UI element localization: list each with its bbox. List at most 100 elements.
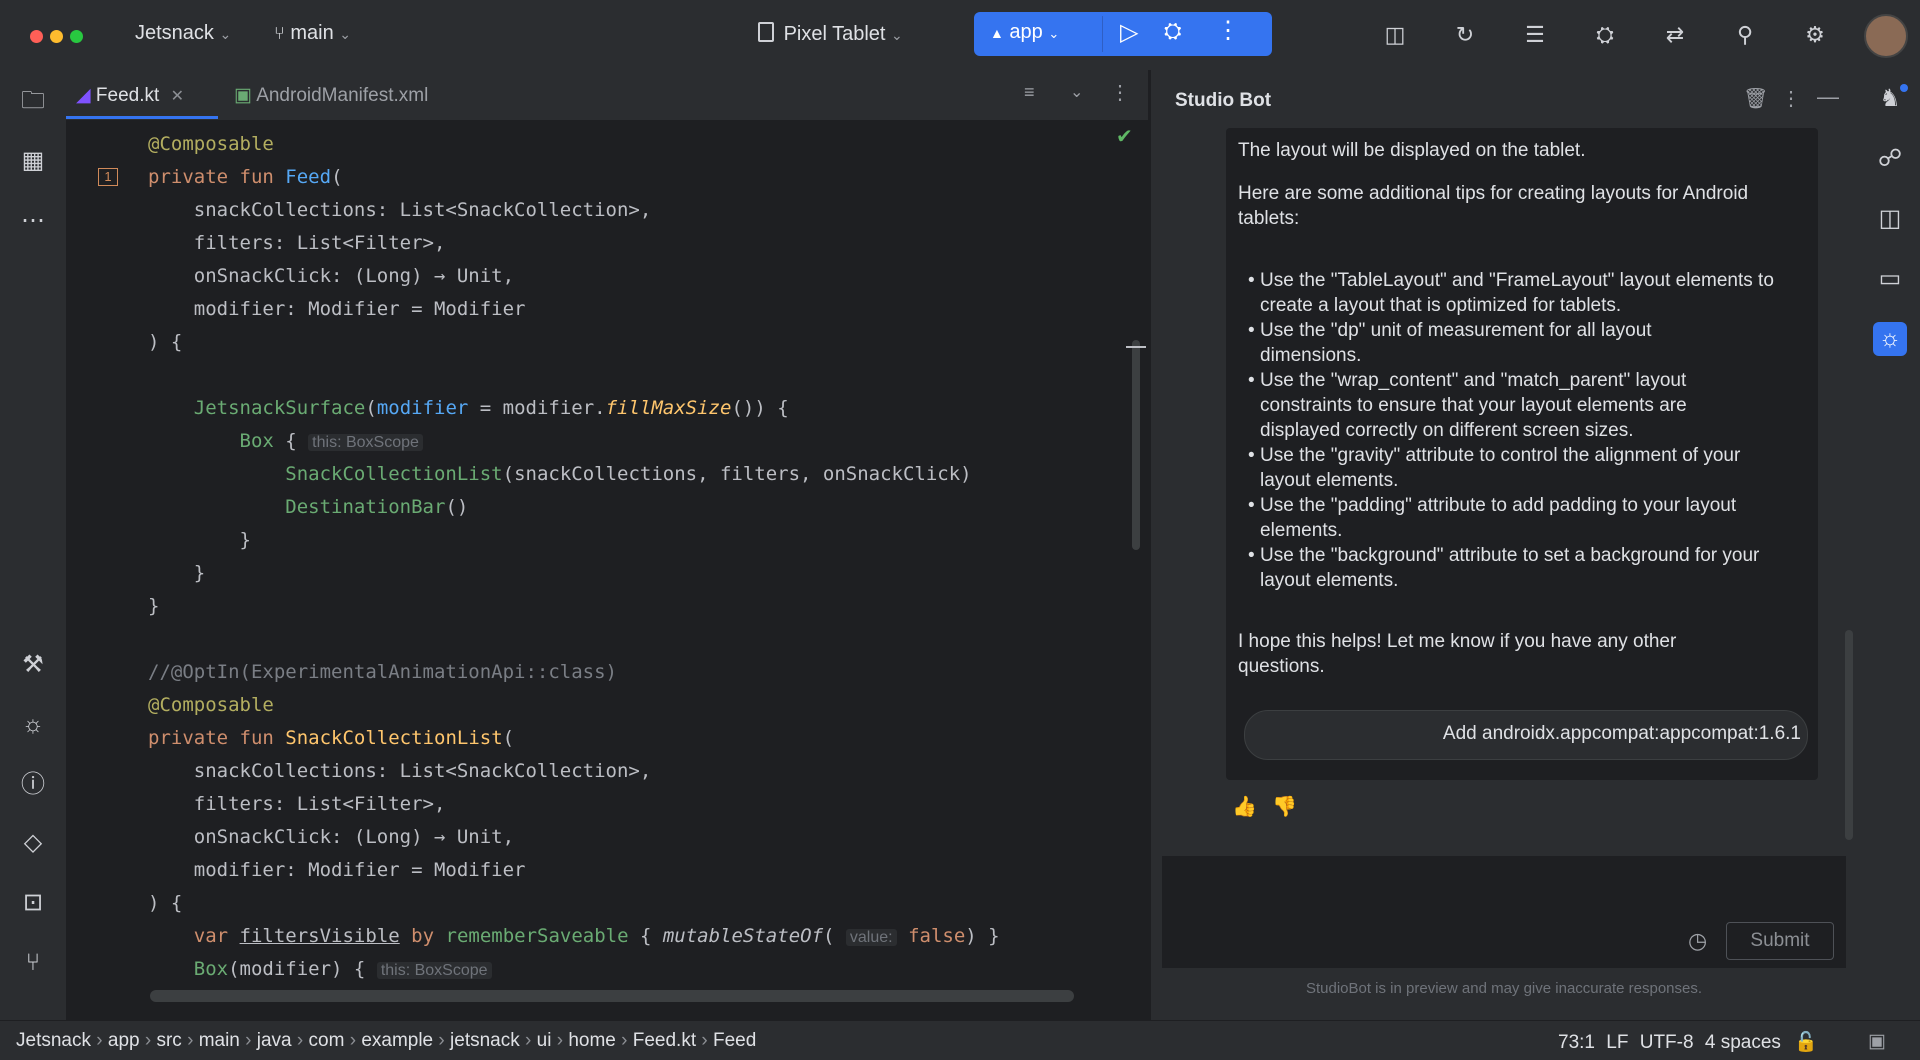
problems-button[interactable]: ⓘ [16, 768, 50, 802]
resource-manager-button[interactable]: ▦ [16, 144, 50, 178]
tab-feed-kt[interactable]: ◢ Feed.kt ✕ [76, 84, 184, 107]
code-line[interactable]: snackCollections: List<SnackCollection>, [148, 755, 652, 788]
search-button[interactable]: ⚲ [1730, 20, 1760, 50]
code-line[interactable]: modifier: Modifier = Modifier [148, 854, 526, 887]
editor-vertical-scrollbar[interactable] [1132, 340, 1140, 550]
debug-button[interactable]: ⛭ [1164, 18, 1182, 44]
breadcrumb-item[interactable]: java [257, 1030, 292, 1051]
maximize-window-button[interactable] [70, 30, 83, 43]
breadcrumb-item[interactable]: com [309, 1030, 345, 1051]
device-manager-button[interactable]: ◫ [1380, 20, 1410, 50]
thumbs-down-button[interactable]: 👎 [1272, 794, 1297, 819]
branch-selector[interactable]: ⑂ main ⌄ [274, 22, 351, 45]
gutter-marker-icon[interactable]: 1 [98, 168, 118, 186]
code-line[interactable]: modifier: Modifier = Modifier [148, 293, 526, 326]
running-devices-button[interactable]: ▭ [1873, 262, 1907, 296]
breadcrumb-item[interactable]: app [108, 1030, 140, 1051]
code-line[interactable]: JetsnackSurface(modifier = modifier.fill… [148, 392, 789, 425]
code-line[interactable]: } [148, 590, 159, 623]
editor-horizontal-scrollbar[interactable] [150, 990, 1074, 1002]
file-encoding[interactable]: UTF-8 [1640, 1032, 1694, 1053]
code-line[interactable]: Box { this: BoxScope [148, 425, 423, 459]
project-name: Jetsnack [135, 22, 214, 44]
app-quality-button[interactable]: ◇ [16, 826, 50, 860]
breadcrumb-item[interactable]: ui [537, 1030, 552, 1051]
chevron-right-icon: › [615, 1030, 633, 1051]
tip-item: • Use the "wrap_content" and "match_paren… [1248, 368, 1804, 443]
breadcrumb-item[interactable]: main [199, 1030, 240, 1051]
code-line[interactable]: snackCollections: List<SnackCollection>, [148, 194, 652, 227]
hide-panel-button[interactable]: — [1817, 84, 1839, 110]
code-line[interactable]: private fun Feed( [148, 161, 343, 194]
breadcrumb-item[interactable]: example [361, 1030, 433, 1051]
thumbs-up-button[interactable]: 👍 [1232, 794, 1257, 819]
close-window-button[interactable] [30, 30, 43, 43]
more-tools-button[interactable]: ⋯ [16, 204, 50, 238]
history-button[interactable]: ◷ [1688, 928, 1707, 954]
indent-setting[interactable]: 4 spaces [1705, 1032, 1781, 1053]
code-line[interactable]: } [148, 524, 251, 557]
chat-scrollbar[interactable] [1845, 630, 1853, 840]
code-line[interactable]: @Composable [148, 128, 274, 161]
terminal-button[interactable]: ⊡ [16, 886, 50, 920]
device-selector[interactable]: Pixel Tablet ⌄ [758, 22, 903, 46]
cursor-position[interactable]: 73:1 [1558, 1032, 1595, 1053]
project-view-button[interactable]: 🗀 [16, 84, 50, 118]
minimize-icon: — [1817, 84, 1839, 109]
tabs-dropdown-button[interactable]: ⌄ [1070, 82, 1083, 102]
translate-button[interactable]: ↻ [1450, 20, 1480, 50]
avatar[interactable] [1864, 14, 1908, 58]
run-button[interactable]: ▷ [1120, 18, 1138, 47]
breadcrumb-item[interactable]: src [156, 1030, 181, 1051]
more-vertical-icon: ⋮ [1216, 17, 1240, 44]
code-line[interactable]: var filtersVisible by rememberSaveable {… [148, 920, 1000, 954]
studio-bot-button[interactable]: ☼ [1873, 322, 1907, 356]
code-line[interactable]: } [148, 557, 205, 590]
settings-button[interactable]: ⚙ [1800, 20, 1830, 50]
breadcrumb-item[interactable]: Feed [713, 1030, 756, 1051]
folder-icon: 🗀 [21, 87, 45, 114]
sync-button[interactable]: ⇄ [1660, 20, 1690, 50]
breadcrumb-item[interactable]: home [568, 1030, 616, 1051]
chat-status-button[interactable]: ▣ [1868, 1030, 1886, 1053]
kotlin-file-icon: ◢ [76, 85, 91, 106]
thumbs-up-icon: 👍 [1232, 796, 1257, 818]
code-line[interactable]: onSnackClick: (Long) → Unit, [148, 821, 514, 854]
project-selector[interactable]: Jetsnack ⌄ [135, 22, 231, 45]
recent-files-button[interactable]: ≡ [1024, 82, 1035, 103]
editor-more-button[interactable]: ⋮ [1110, 80, 1130, 105]
code-line[interactable]: DestinationBar() [148, 491, 468, 524]
more-horizontal-icon: ⋯ [21, 207, 45, 234]
close-icon[interactable]: ✕ [171, 88, 184, 105]
more-actions-button[interactable]: ⋮ [1216, 16, 1240, 45]
code-line[interactable]: ) { [148, 887, 182, 920]
build-button[interactable]: ⚒ [16, 648, 50, 682]
line-separator[interactable]: LF [1606, 1032, 1628, 1053]
code-line[interactable]: private fun SnackCollectionList( [148, 722, 514, 755]
clear-chat-button[interactable]: 🗑 [1743, 86, 1768, 111]
panel-options-button[interactable]: ⋮ [1781, 86, 1801, 111]
code-line[interactable]: filters: List<Filter>, [148, 788, 446, 821]
device-file-explorer-button[interactable]: ◫ [1873, 202, 1907, 236]
minimize-window-button[interactable] [50, 30, 63, 43]
tab-android-manifest[interactable]: ▣ AndroidManifest.xml [234, 84, 428, 107]
code-line[interactable]: filters: List<Filter>, [148, 227, 446, 260]
run-config-selector[interactable]: ▲ app ⌄ [990, 21, 1059, 44]
code-line[interactable]: //@OptIn(ExperimentalAnimationApi::class… [148, 656, 617, 689]
add-dependency-button[interactable]: Add androidx.appcompat:appcompat:1.6.1 [1244, 710, 1808, 760]
code-line[interactable]: ) { [148, 326, 182, 359]
submit-button[interactable]: Submit [1726, 922, 1834, 960]
gradle-button[interactable]: ☍ [1873, 142, 1907, 176]
breadcrumb-item[interactable]: jetsnack [450, 1030, 520, 1051]
lock-icon[interactable]: 🔓 [1794, 1032, 1818, 1053]
version-control-button[interactable]: ⑂ [16, 946, 50, 980]
logcat-button[interactable]: ☼ [16, 708, 50, 742]
code-line[interactable]: SnackCollectionList(snackCollections, fi… [148, 458, 971, 491]
code-line[interactable]: @Composable [148, 689, 274, 722]
breadcrumb-item[interactable]: Feed.kt [633, 1030, 696, 1051]
structure-button[interactable]: ☰ [1520, 20, 1550, 50]
code-line[interactable]: onSnackClick: (Long) → Unit, [148, 260, 514, 293]
breadcrumb-item[interactable]: Jetsnack [16, 1030, 91, 1051]
code-line[interactable]: Box(modifier) { this: BoxScope [148, 953, 492, 987]
bug-report-button[interactable]: ⛭ [1590, 20, 1620, 50]
